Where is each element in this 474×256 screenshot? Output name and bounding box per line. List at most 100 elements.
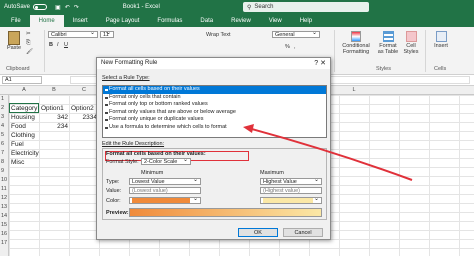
clipboard-group-label: Clipboard bbox=[6, 66, 30, 72]
category-cell[interactable]: Food bbox=[11, 122, 26, 131]
dialog-title: New Formatting Rule bbox=[101, 60, 158, 66]
tab-insert[interactable]: Insert bbox=[64, 15, 97, 27]
preview-label: Preview: bbox=[106, 210, 129, 216]
tab-file[interactable]: File bbox=[2, 15, 30, 27]
max-type-select[interactable]: Highest Value bbox=[260, 177, 322, 185]
save-icon[interactable]: ▣ bbox=[55, 4, 61, 11]
styles-group-label: Styles bbox=[376, 66, 391, 72]
dialog-close-button[interactable]: ? ✕ bbox=[314, 58, 326, 69]
row-header[interactable]: 8 bbox=[1, 158, 9, 167]
autosave-label: AutoSave bbox=[4, 4, 31, 10]
percent-icon[interactable]: % bbox=[285, 44, 290, 50]
max-value-input[interactable]: (Highest value) bbox=[260, 187, 322, 194]
dialog-titlebar: New Formatting Rule ? ✕ bbox=[97, 58, 330, 69]
category-cell[interactable]: Housing bbox=[11, 113, 35, 122]
category-cell[interactable]: Electricity bbox=[11, 149, 39, 158]
tab-home[interactable]: Home bbox=[29, 15, 64, 27]
min-color-select[interactable] bbox=[129, 196, 201, 204]
conditional-formatting-icon bbox=[351, 31, 361, 42]
cell-styles-button[interactable]: Cell Styles bbox=[401, 31, 421, 55]
option2-cell[interactable]: 2334 bbox=[69, 113, 97, 122]
row-header[interactable]: 14 bbox=[1, 212, 9, 221]
insert-cells-label: Insert bbox=[434, 43, 448, 49]
font-name-select[interactable]: Calibri bbox=[48, 30, 98, 38]
underline-icon[interactable]: U bbox=[64, 42, 68, 48]
copy-icon[interactable]: ⎘ bbox=[26, 40, 30, 47]
row-header[interactable]: 5 bbox=[1, 131, 9, 140]
row-header[interactable]: 1 bbox=[1, 95, 9, 104]
format-painter-icon[interactable]: 🖌 bbox=[26, 49, 33, 55]
format-style-label: Format Style: bbox=[106, 159, 139, 165]
category-cell[interactable]: Misc bbox=[11, 158, 24, 167]
ok-button[interactable]: OK bbox=[238, 228, 278, 237]
min-value-input[interactable]: (Lowest value) bbox=[129, 187, 201, 194]
row-header[interactable]: 17 bbox=[1, 239, 9, 248]
header-cell-option2[interactable]: Option2 bbox=[71, 104, 94, 113]
column-header[interactable]: B bbox=[39, 86, 69, 95]
tab-view[interactable]: View bbox=[260, 15, 291, 27]
column-header[interactable]: A bbox=[9, 86, 39, 95]
rule-type-item[interactable]: Format only cells that contain bbox=[103, 94, 326, 102]
search-box[interactable]: ⚲ Search bbox=[243, 2, 369, 12]
min-color-swatch bbox=[132, 198, 190, 203]
row-header[interactable]: 9 bbox=[1, 167, 9, 176]
row-header[interactable]: 2 bbox=[1, 104, 9, 113]
tab-page-layout[interactable]: Page Layout bbox=[97, 15, 149, 27]
search-icon: ⚲ bbox=[247, 4, 252, 11]
new-formatting-rule-dialog: New Formatting Rule ? ✕ Select a Rule Ty… bbox=[96, 57, 331, 240]
insert-cells-button[interactable]: Insert bbox=[430, 31, 452, 49]
row-header[interactable]: 3 bbox=[1, 113, 9, 122]
format-as-table-button[interactable]: Format as Table bbox=[377, 31, 399, 55]
search-placeholder: Search bbox=[254, 4, 274, 10]
column-header[interactable]: L bbox=[339, 86, 369, 95]
header-cell-category[interactable]: Category bbox=[11, 104, 37, 113]
rule-type-item[interactable]: Format only values that are above or bel… bbox=[103, 109, 326, 117]
autosave-toggle[interactable] bbox=[33, 4, 48, 10]
column-header[interactable]: C bbox=[69, 86, 99, 95]
bold-icon[interactable]: B bbox=[49, 42, 53, 48]
row-header[interactable]: 6 bbox=[1, 140, 9, 149]
italic-icon[interactable]: I bbox=[57, 42, 59, 48]
row-header[interactable]: 16 bbox=[1, 230, 9, 239]
rule-type-item[interactable]: Format only top or bottom ranked values bbox=[103, 101, 326, 109]
rule-type-item[interactable]: Format only unique or duplicate values bbox=[103, 116, 326, 124]
min-type-select[interactable]: Lowest Value bbox=[129, 177, 201, 185]
cut-icon[interactable]: ✂ bbox=[26, 31, 31, 37]
row-header[interactable]: 10 bbox=[1, 176, 9, 185]
option1-cell[interactable]: 342 bbox=[39, 113, 68, 122]
cancel-button[interactable]: Cancel bbox=[283, 228, 323, 237]
rule-type-list[interactable]: Format all cells based on their values F… bbox=[102, 85, 327, 161]
tab-help[interactable]: Help bbox=[291, 15, 321, 27]
table-icon bbox=[382, 31, 394, 42]
row-header[interactable]: 13 bbox=[1, 203, 9, 212]
header-cell-option1[interactable]: Option1 bbox=[41, 104, 64, 113]
tab-data[interactable]: Data bbox=[191, 15, 222, 27]
number-format-select[interactable]: General bbox=[272, 30, 320, 38]
wrap-text-button[interactable]: Wrap Text bbox=[206, 32, 231, 38]
tab-formulas[interactable]: Formulas bbox=[148, 15, 191, 27]
max-color-swatch bbox=[263, 198, 313, 203]
row-headers: 1 2 3 4 5 6 7 8 9 10 11 12 13 14 15 16 1… bbox=[0, 95, 9, 256]
paste-button[interactable]: Paste bbox=[5, 31, 23, 51]
conditional-formatting-button[interactable]: Conditional Formatting bbox=[338, 31, 374, 55]
row-header[interactable]: 4 bbox=[1, 122, 9, 131]
max-color-select[interactable] bbox=[260, 196, 322, 204]
tab-review[interactable]: Review bbox=[222, 15, 260, 27]
comma-icon[interactable]: , bbox=[294, 44, 296, 50]
row-header[interactable]: 7 bbox=[1, 149, 9, 158]
category-cell[interactable]: Fuel bbox=[11, 140, 24, 149]
undo-icon[interactable]: ↶ bbox=[65, 4, 70, 11]
rule-type-item[interactable]: Format all cells based on their values bbox=[103, 86, 326, 94]
color-label: Color: bbox=[106, 198, 121, 204]
redo-icon[interactable]: ↷ bbox=[74, 4, 79, 11]
font-size-select[interactable]: 11 bbox=[100, 30, 114, 38]
row-header[interactable]: 15 bbox=[1, 221, 9, 230]
name-box[interactable]: A1 bbox=[2, 76, 42, 84]
format-style-select[interactable]: 2-Color Scale bbox=[141, 157, 191, 165]
rule-type-item[interactable]: Use a formula to determine which cells t… bbox=[103, 124, 326, 132]
row-header[interactable]: 11 bbox=[1, 185, 9, 194]
category-cell[interactable]: Clothing bbox=[11, 131, 35, 140]
row-header[interactable]: 12 bbox=[1, 194, 9, 203]
select-rule-type-label: Select a Rule Type: bbox=[102, 75, 150, 81]
option1-cell[interactable]: 234 bbox=[39, 122, 68, 131]
